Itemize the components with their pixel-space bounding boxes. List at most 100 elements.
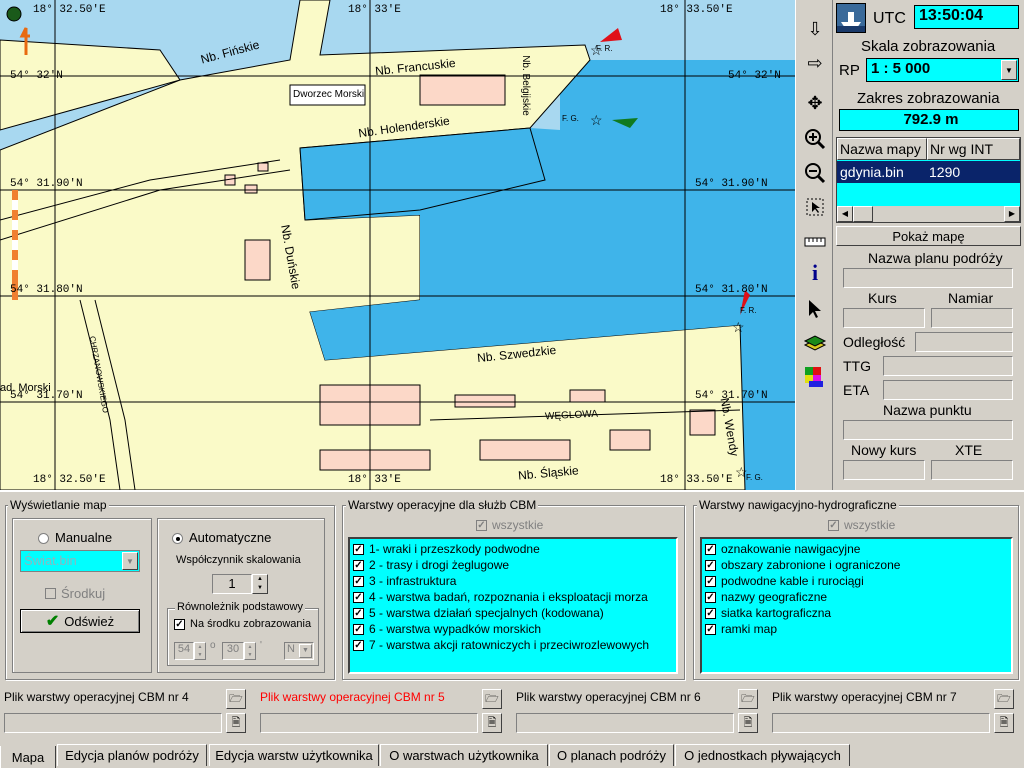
nav-all-checkbox[interactable]: ✓ wszystkie [828, 518, 895, 532]
arrow-right-icon[interactable]: ⇨ [800, 48, 830, 78]
course-field[interactable] [843, 308, 925, 328]
list-item-label: ramki map [721, 622, 778, 636]
scale-factor-input[interactable]: 1 [212, 574, 252, 594]
open-folder-icon[interactable]: 🗁 [738, 689, 758, 709]
degrees-input[interactable]: 54 [174, 642, 194, 660]
table-row[interactable]: gdynia.bin 1290 [837, 161, 1020, 183]
arrow-down-icon[interactable]: ⇩ [800, 14, 830, 44]
checkbox-icon[interactable]: ✓ [353, 607, 364, 619]
list-item[interactable]: ✓ nazwy geograficzne [702, 589, 1011, 605]
chevron-down-icon[interactable]: ▼ [1001, 60, 1017, 80]
list-item[interactable]: ✓ 1- wraki i przeszkody podwodne [350, 541, 676, 557]
checkbox-icon[interactable]: ✓ [353, 575, 364, 587]
checkbox-icon[interactable]: ✓ [705, 543, 716, 555]
cbm-all-checkbox[interactable]: ✓ wszystkie [476, 518, 543, 532]
layer-file-field[interactable] [772, 713, 990, 733]
document-icon[interactable]: 🗎 [226, 713, 246, 733]
ruler-icon[interactable] [800, 226, 830, 256]
scroll-thumb[interactable] [853, 206, 873, 222]
main-tabs: Mapa Edycja planów podróży Edycja warstw u… [0, 744, 1024, 768]
list-item-label: nazwy geograficzne [721, 590, 828, 604]
checkbox-icon[interactable]: ✓ [353, 559, 364, 571]
tab-4[interactable]: O planach podróży [549, 744, 674, 766]
palette-icon[interactable] [800, 362, 830, 392]
ttg-field[interactable] [883, 356, 1013, 376]
layer-file-field[interactable] [4, 713, 222, 733]
tab-3[interactable]: O warstwach użytkownika [380, 744, 548, 766]
checkbox-icon[interactable]: ✓ [353, 591, 364, 603]
document-icon[interactable]: 🗎 [482, 713, 502, 733]
layers-icon[interactable] [800, 328, 830, 358]
list-item[interactable]: ✓ podwodne kable i rurociągi [702, 573, 1011, 589]
center-display-checkbox[interactable]: ✓ Na środku zobrazowania [174, 618, 311, 630]
eta-field[interactable] [883, 380, 1013, 400]
list-item[interactable]: ✓ 6 - warstwa wypadków morskich [350, 621, 676, 637]
xte-field[interactable] [931, 460, 1013, 480]
list-item[interactable]: ✓ 7 - warstwa akcji ratowniczych i przeci… [350, 637, 676, 653]
layer-file-field[interactable] [260, 713, 478, 733]
checkbox-icon[interactable]: ✓ [705, 623, 716, 635]
list-item[interactable]: ✓ obszary zabronione i ograniczone [702, 557, 1011, 573]
checkbox-icon[interactable]: ✓ [705, 607, 716, 619]
pointer-icon[interactable] [800, 294, 830, 324]
chevron-down-icon[interactable]: ▼ [122, 552, 138, 570]
document-icon[interactable]: 🗎 [994, 713, 1014, 733]
checkbox-icon[interactable]: ✓ [353, 623, 364, 635]
document-icon[interactable]: 🗎 [738, 713, 758, 733]
show-map-button[interactable]: Pokaż mapę [836, 226, 1021, 246]
checkbox-icon[interactable]: ✓ [705, 559, 716, 571]
list-item[interactable]: ✓ 3 - infrastruktura [350, 573, 676, 589]
plan-name-field[interactable] [843, 268, 1013, 288]
pan-icon[interactable]: ✥ [800, 88, 830, 118]
tab-5[interactable]: O jednostkach pływających [675, 744, 850, 766]
open-folder-icon[interactable]: 🗁 [226, 689, 246, 709]
bearing-field[interactable] [931, 308, 1013, 328]
horizontal-scrollbar[interactable]: ◀ ▶ [837, 206, 1020, 222]
open-folder-icon[interactable]: 🗁 [482, 689, 502, 709]
point-name-field[interactable] [843, 420, 1013, 440]
tab-1[interactable]: Edycja planów podróży [57, 744, 207, 766]
list-item[interactable]: ✓ 2 - trasy i drogi żeglugowe [350, 557, 676, 573]
chevron-down-icon[interactable]: ▼ [299, 644, 312, 658]
list-item[interactable]: ✓ ramki map [702, 621, 1011, 637]
scale-select[interactable]: 1 : 5 000 [866, 58, 1019, 82]
point-name-label: Nazwa punktu [883, 402, 972, 418]
layer-file-field[interactable] [516, 713, 734, 733]
checkbox-icon[interactable]: ✓ [705, 575, 716, 587]
tab-2[interactable]: Edycja warstw użytkownika [209, 744, 379, 766]
cbm-all-label: wszystkie [492, 518, 544, 532]
minutes-spinner[interactable]: ▲ ▼ [244, 642, 256, 660]
chart-map-view[interactable]: ☆ ☆ ☆ ☆ 18° 32.50'E 18° 33'E 18° 33.50'E… [0, 0, 795, 490]
zoom-out-icon[interactable] [800, 158, 830, 188]
center-checkbox[interactable]: Środkuj [45, 586, 105, 601]
list-item[interactable]: ✓ 4 - warstwa badań, rozpoznania i eksplo… [350, 589, 676, 605]
scroll-right-icon[interactable]: ▶ [1004, 206, 1020, 222]
light-label: F. R. [740, 306, 757, 315]
tab-0[interactable]: Mapa [0, 746, 56, 768]
building [244, 184, 258, 194]
select-area-icon[interactable] [800, 192, 830, 222]
xte-label: XTE [955, 442, 983, 458]
open-folder-icon[interactable]: 🗁 [994, 689, 1014, 709]
new-course-field[interactable] [843, 460, 925, 480]
table-header[interactable]: Nazwa mapy [837, 138, 927, 160]
auto-radio[interactable]: Automatyczne [172, 530, 271, 545]
table-header[interactable]: Nr wg INT [927, 138, 1020, 160]
scale-factor-spinner[interactable]: ▲ ▼ [252, 574, 268, 594]
checkbox-icon[interactable]: ✓ [353, 543, 364, 555]
distance-field[interactable] [915, 332, 1013, 352]
scroll-left-icon[interactable]: ◀ [837, 206, 853, 222]
list-item[interactable]: ✓ oznakowanie nawigacyjne [702, 541, 1011, 557]
info-icon[interactable]: i [800, 258, 830, 288]
list-item-label: 2 - trasy i drogi żeglugowe [369, 558, 510, 572]
refresh-button[interactable]: ✔ Odśwież [20, 609, 140, 633]
manual-radio[interactable]: Manualne [38, 530, 112, 545]
zoom-in-icon[interactable] [800, 124, 830, 154]
degree-symbol: o [210, 640, 216, 651]
checkbox-icon[interactable]: ✓ [705, 591, 716, 603]
degrees-spinner[interactable]: ▲ ▼ [194, 642, 206, 660]
checkbox-icon[interactable]: ✓ [353, 639, 364, 651]
list-item[interactable]: ✓ siatka kartograficzna [702, 605, 1011, 621]
list-item[interactable]: ✓ 5 - warstwa działań specjalnych (kodowa… [350, 605, 676, 621]
minutes-input[interactable]: 30 [222, 642, 244, 660]
